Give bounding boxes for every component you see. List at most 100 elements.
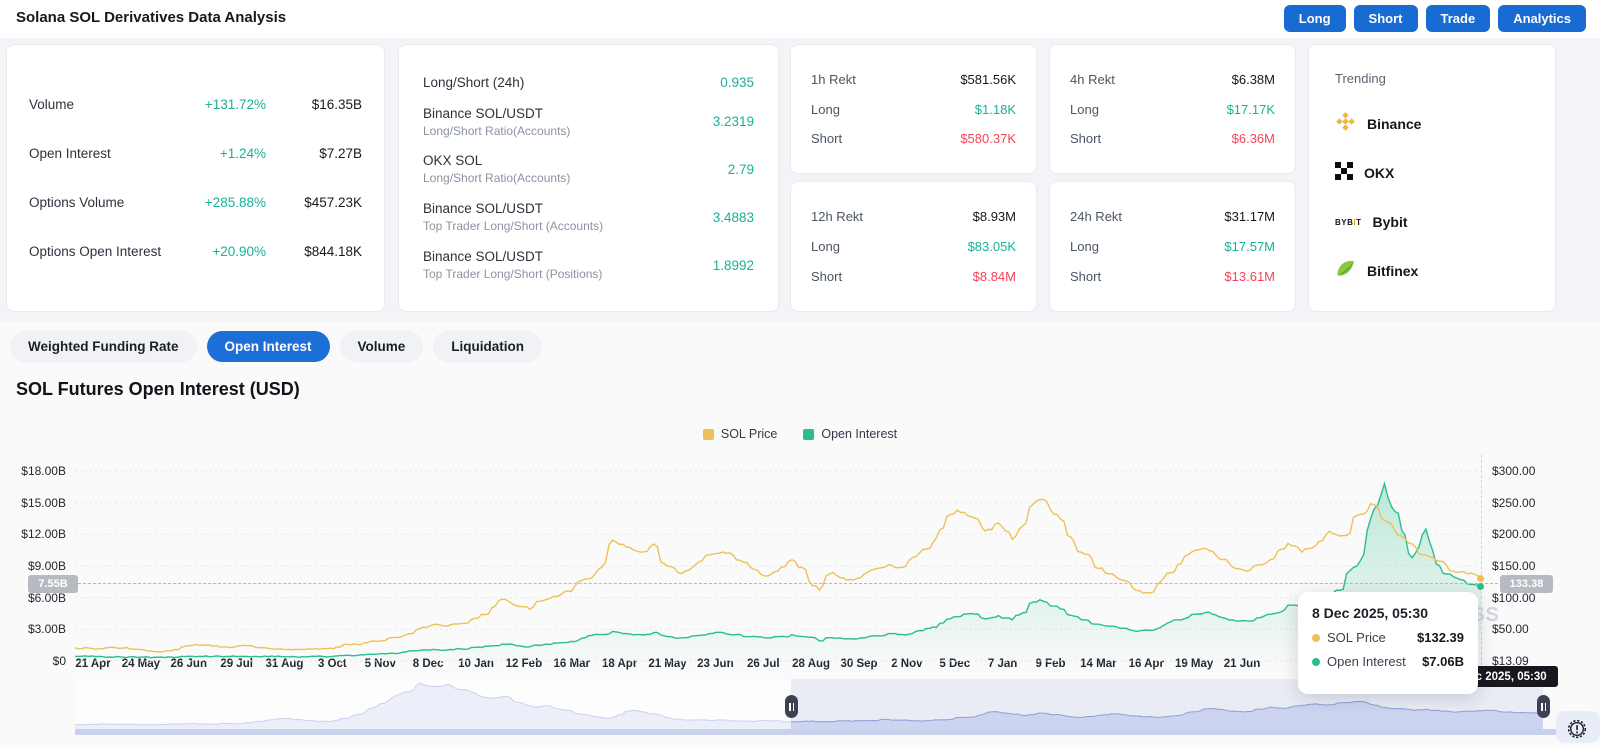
rekt-title: 4h Rekt xyxy=(1070,71,1115,87)
legend-item-open-interest[interactable]: Open Interest xyxy=(803,427,897,441)
rekt-short-value: $580.37K xyxy=(960,131,1016,147)
rekt-short-label: Short xyxy=(811,131,843,147)
series-dot-icon xyxy=(1312,657,1320,666)
stat-row-options-volume: Options Volume +285.88% $457.23K xyxy=(29,195,362,210)
tooltip-series-name: SOL Price xyxy=(1327,630,1386,645)
stat-change: +131.72% xyxy=(204,97,266,112)
ratio-sublabel: Top Trader Long/Short (Accounts) xyxy=(423,219,604,234)
left-axis-tick: $9.00B xyxy=(27,559,66,573)
ratio-label: Binance SOL/USDT xyxy=(423,249,544,265)
ratio-row: Long/Short (24h) 0.935 xyxy=(423,75,754,90)
bybit-icon: BYBIT xyxy=(1335,217,1362,227)
ratio-row: Binance SOL/USDT Top Trader Long/Short (… xyxy=(423,201,754,233)
rekt-long-label: Long xyxy=(1070,239,1099,254)
stats-card: Volume +131.72% $16.35B Open Interest +1… xyxy=(6,44,385,312)
left-axis-tick: $15.00B xyxy=(21,495,66,510)
ratio-label: Binance SOL/USDT xyxy=(423,201,544,217)
legend-label: Open Interest xyxy=(821,427,898,441)
ratio-label: Long/Short (24h) xyxy=(423,74,525,90)
trending-item-binance[interactable]: Binance xyxy=(1335,111,1529,137)
navigator-track[interactable] xyxy=(75,729,1560,735)
legend-item-sol-price[interactable]: SOL Price xyxy=(702,427,778,441)
left-axis-tick: $3.00B xyxy=(27,622,66,637)
stat-label: Options Volume xyxy=(29,195,125,210)
rekt-short-label: Short xyxy=(811,269,843,284)
stat-label: Options Open Interest xyxy=(29,244,162,259)
short-button[interactable]: Short xyxy=(1353,5,1418,32)
trending-item-bitfinex[interactable]: Bitfinex xyxy=(1335,260,1529,282)
bitfinex-icon xyxy=(1335,258,1356,284)
tab-open-interest[interactable]: Open Interest xyxy=(206,331,330,362)
rekt-long-label: Long xyxy=(1070,101,1099,117)
binance-icon xyxy=(1335,111,1356,137)
trending-name: Binance xyxy=(1367,116,1422,132)
rekt-title: 12h Rekt xyxy=(811,209,864,224)
ratio-row: OKX SOL Long/Short Ratio(Accounts) 2.79 xyxy=(423,153,754,185)
rekt-short-label: Short xyxy=(1070,269,1102,284)
chart-tooltip: 8 Dec 2025, 05:30 SOL Price $132.39 Open… xyxy=(1298,592,1478,694)
chart-tabs: Weighted Funding Rate Open Interest Volu… xyxy=(10,331,543,362)
stat-change: +285.88% xyxy=(204,195,266,210)
trending-item-bybit[interactable]: BYBIT Bybit xyxy=(1335,211,1529,233)
ratio-sublabel: Top Trader Long/Short (Positions) xyxy=(423,267,603,282)
navigator-right-handle[interactable] xyxy=(1537,695,1550,718)
stat-change: +1.24% xyxy=(219,146,266,161)
trending-name: OKX xyxy=(1364,165,1395,181)
tooltip-title: 8 Dec 2025, 05:30 xyxy=(1312,605,1428,621)
analytics-button[interactable]: Analytics xyxy=(1498,5,1586,32)
main-chart-plot[interactable] xyxy=(75,450,1481,662)
rekt-total: $8.93M xyxy=(972,209,1016,224)
alarm-gear-icon[interactable] xyxy=(1567,719,1587,744)
tooltip-row-open-interest: Open Interest $7.06B xyxy=(1312,654,1464,669)
rekt-total: $581.56K xyxy=(960,71,1016,87)
legend-swatch xyxy=(803,428,815,440)
navigator-left-handle[interactable] xyxy=(785,695,798,718)
navigator-unselected-region[interactable] xyxy=(75,679,791,729)
rekt-total: $6.38M xyxy=(1231,71,1275,87)
ratio-row: Binance SOL/USDT Top Trader Long/Short (… xyxy=(423,249,754,281)
rekt-card-4h: 4h Rekt $6.38M Long $17.17K Short $6.36M xyxy=(1049,44,1296,174)
left-axis-tick: $18.00B xyxy=(21,464,66,478)
trending-title: Trending xyxy=(1335,71,1386,86)
chart-title: SOL Futures Open Interest (USD) xyxy=(16,379,300,399)
tab-volume[interactable]: Volume xyxy=(339,331,424,362)
stat-value: $844.18K xyxy=(304,244,362,259)
crosshair-horizontal-line xyxy=(78,583,1498,584)
rekt-long-value: $17.17K xyxy=(1226,101,1275,117)
rekt-long-value: $1.18K xyxy=(974,101,1016,117)
right-axis-tick: $50.00 xyxy=(1492,622,1529,637)
long-button[interactable]: Long xyxy=(1283,5,1346,32)
ratio-row: Binance SOL/USDT Long/Short Ratio(Accoun… xyxy=(423,106,754,138)
rekt-short-value: $6.36M xyxy=(1231,131,1275,147)
trade-button[interactable]: Trade xyxy=(1425,5,1491,32)
rekt-card-24h: 24h Rekt $31.17M Long $17.57M Short $13.61M xyxy=(1049,181,1296,312)
ratio-label: OKX SOL xyxy=(423,153,483,169)
header-buttons: Long Short Trade Analytics xyxy=(1283,5,1586,32)
tab-liquidation[interactable]: Liquidation xyxy=(433,331,543,362)
crosshair-left-value-badge: 7.55B xyxy=(28,575,78,593)
rekt-short-value: $13.61M xyxy=(1224,269,1275,284)
left-axis-tick: $0 xyxy=(52,654,66,668)
stat-row-options-open-interest: Options Open Interest +20.90% $844.18K xyxy=(29,244,362,259)
ratio-value: 3.4883 xyxy=(712,209,754,225)
header: Solana SOL Derivatives Data Analysis Lon… xyxy=(0,0,1600,38)
right-axis-tick: $250.00 xyxy=(1492,495,1536,510)
rekt-long-label: Long xyxy=(811,239,840,254)
crosshair-vertical-line xyxy=(1481,455,1482,675)
ratio-sublabel: Long/Short Ratio(Accounts) xyxy=(423,123,571,138)
ratio-label: Binance SOL/USDT xyxy=(423,105,544,121)
trending-name: Bitfinex xyxy=(1367,263,1419,279)
ratio-value: 2.79 xyxy=(727,161,754,177)
legend-swatch xyxy=(702,428,714,440)
tooltip-series-value: $132.39 xyxy=(1417,630,1464,645)
okx-icon xyxy=(1335,161,1353,185)
rekt-short-value: $8.84M xyxy=(972,269,1016,284)
stat-row-volume: Volume +131.72% $16.35B xyxy=(29,97,362,112)
ratio-value: 0.935 xyxy=(720,74,754,90)
rekt-total: $31.17M xyxy=(1224,209,1275,224)
tab-weighted-funding-rate[interactable]: Weighted Funding Rate xyxy=(10,331,197,362)
trending-item-okx[interactable]: OKX xyxy=(1335,161,1529,185)
stat-change: +20.90% xyxy=(212,244,266,259)
trending-card: Trending Binance OKX BYBIT Bybit Bitfine… xyxy=(1308,44,1556,312)
legend-label: SOL Price xyxy=(720,427,778,441)
